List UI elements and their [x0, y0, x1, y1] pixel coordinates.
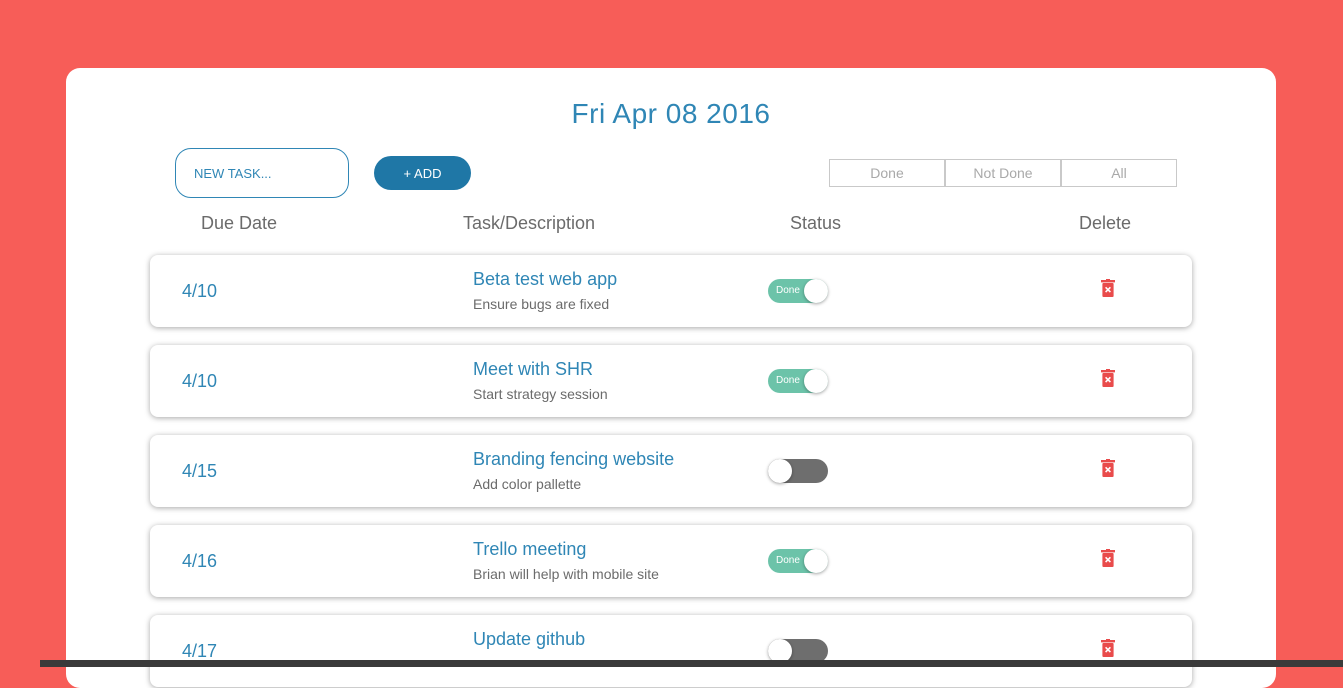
task-description: Start strategy session: [473, 386, 608, 402]
status-toggle[interactable]: Done: [768, 369, 828, 393]
column-header-due-date: Due Date: [201, 213, 278, 233]
new-task-input[interactable]: [175, 148, 349, 198]
task-description: Add color pallette: [473, 476, 582, 492]
column-header-task: Task/Description: [463, 213, 596, 233]
trash-icon[interactable]: [1100, 459, 1116, 477]
page-title: Fri Apr 08 2016: [571, 98, 771, 129]
task-row: 4/17 Update github: [150, 615, 1192, 687]
trash-icon[interactable]: [1100, 369, 1116, 387]
todo-card: Fri Apr 08 2016 + ADD Done Not Done All …: [66, 68, 1276, 688]
task-row: 4/10 Beta test web app Ensure bugs are f…: [150, 255, 1192, 327]
status-toggle-label: Done: [776, 285, 800, 296]
due-date: 4/16: [182, 551, 218, 571]
add-task-button[interactable]: + ADD: [374, 156, 471, 190]
due-date: 4/17: [182, 641, 218, 661]
filter-not-done-button[interactable]: Not Done: [945, 159, 1061, 187]
filter-group: Done Not Done All: [829, 159, 1177, 187]
task-title: Branding fencing website: [473, 449, 675, 469]
toggle-knob: [804, 279, 828, 303]
task-list: 4/10 Beta test web app Ensure bugs are f…: [150, 255, 1192, 688]
trash-icon[interactable]: [1100, 639, 1116, 657]
task-description: Brian will help with mobile site: [473, 566, 659, 582]
filter-all-button[interactable]: All: [1061, 159, 1177, 187]
status-toggle[interactable]: Done: [768, 279, 828, 303]
trash-icon[interactable]: [1100, 549, 1116, 567]
due-date: 4/10: [182, 281, 218, 301]
task-title: Meet with SHR: [473, 359, 594, 379]
task-title: Trello meeting: [473, 539, 587, 559]
status-toggle-label: Done: [776, 375, 800, 386]
task-row: 4/10 Meet with SHR Start strategy sessio…: [150, 345, 1192, 417]
toggle-knob: [804, 369, 828, 393]
due-date: 4/10: [182, 371, 218, 391]
column-header-delete: Delete: [1079, 213, 1132, 233]
column-header-status: Status: [790, 213, 842, 233]
task-row: 4/16 Trello meeting Brian will help with…: [150, 525, 1192, 597]
task-row: 4/15 Branding fencing website Add color …: [150, 435, 1192, 507]
task-title: Beta test web app: [473, 269, 618, 289]
task-description: Ensure bugs are fixed: [473, 296, 610, 312]
due-date: 4/15: [182, 461, 218, 481]
status-toggle[interactable]: Done: [768, 549, 828, 573]
task-title: Update github: [473, 629, 586, 649]
toggle-knob: [804, 549, 828, 573]
toggle-knob: [768, 459, 792, 483]
status-toggle-label: Done: [776, 555, 800, 566]
trash-icon[interactable]: [1100, 279, 1116, 297]
bottom-shadow-bar: [40, 660, 1343, 667]
filter-done-button[interactable]: Done: [829, 159, 945, 187]
status-toggle[interactable]: [768, 459, 828, 483]
